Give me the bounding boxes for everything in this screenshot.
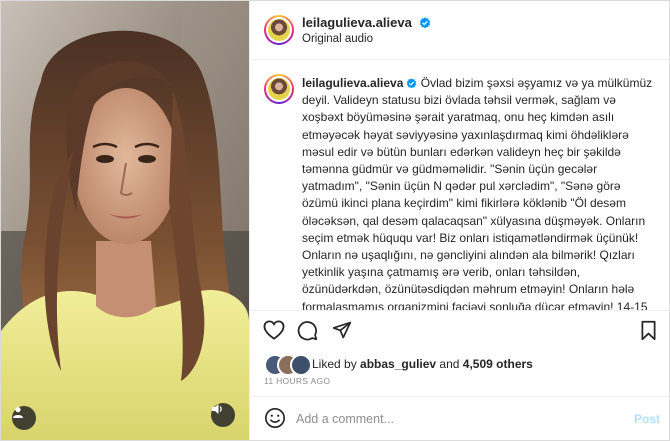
emoji-icon[interactable] xyxy=(264,407,286,429)
audio-toggle-button[interactable] xyxy=(211,403,235,427)
likes-others-link[interactable]: 4,509 others xyxy=(463,357,533,371)
author-avatar[interactable] xyxy=(264,15,294,45)
volume-icon xyxy=(212,404,222,414)
verified-badge-icon xyxy=(420,17,431,29)
action-bar xyxy=(250,310,669,349)
user-tag-icon xyxy=(13,407,23,418)
post-header: leilagulieva.alieva Original audio xyxy=(250,1,669,60)
author-name-row: leilagulieva.alieva xyxy=(302,14,431,32)
caption-author-avatar[interactable] xyxy=(264,74,294,104)
liker-username-link[interactable]: abbas_guliev xyxy=(360,357,436,371)
post-comment-button[interactable]: Post xyxy=(634,412,660,426)
caption-body: Övlad bizim şəxsi əşyamız və ya mülkümüz… xyxy=(302,76,653,310)
comment-box: Post xyxy=(250,396,669,440)
caption-text: leilagulieva.alieva Övlad bizim şəxsi əş… xyxy=(302,75,654,310)
post-media-video[interactable] xyxy=(1,1,249,440)
likes-summary: Liked by abbas_guliev and 4,509 others xyxy=(264,353,664,376)
author-username[interactable]: leilagulieva.alieva xyxy=(302,15,412,30)
post-details-panel: leilagulieva.alieva Original audio leila… xyxy=(249,1,669,440)
bookmark-icon[interactable] xyxy=(640,320,657,341)
caption-username[interactable]: leilagulieva.alieva xyxy=(302,76,403,90)
likes-conjunction: and xyxy=(439,357,460,371)
audio-subtitle[interactable]: Original audio xyxy=(302,33,373,45)
likes-prefix: Liked by xyxy=(312,357,357,371)
post-dialog: leilagulieva.alieva Original audio leila… xyxy=(0,0,670,441)
verified-badge-icon xyxy=(407,78,417,89)
heart-icon[interactable] xyxy=(263,320,285,340)
comment-input[interactable] xyxy=(296,409,616,429)
share-icon[interactable] xyxy=(332,320,352,340)
caption-section: leilagulieva.alieva Övlad bizim şəxsi əş… xyxy=(250,60,669,310)
post-timestamp[interactable]: 11 HOURS AGO xyxy=(264,376,330,386)
user-tag-button[interactable] xyxy=(12,406,36,430)
liker-avatar[interactable] xyxy=(290,354,312,376)
comment-icon[interactable] xyxy=(297,320,318,341)
video-frame-illustration xyxy=(1,1,249,440)
likes-text: Liked by abbas_guliev and 4,509 others xyxy=(312,357,533,371)
